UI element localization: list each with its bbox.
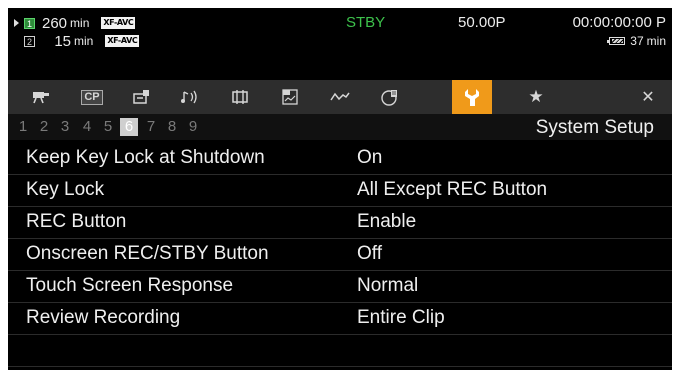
assistance-functions-icon [330, 92, 350, 101]
setting-label: Touch Screen Response [26, 275, 234, 296]
setting-label: Keep Key Lock at Shutdown [26, 147, 265, 168]
slot2-status: 2 15 min XF-AVC [14, 32, 140, 50]
battery-icon [607, 37, 626, 45]
camera-menu-screen: 1 260 min XF-AVC 2 15 min XF-AVC STBY 50… [8, 8, 672, 370]
tab-assistance-functions[interactable] [320, 80, 360, 114]
setting-value: Entire Clip [357, 307, 445, 328]
battery-remaining: 37 [630, 34, 644, 48]
battery-unit: min [646, 34, 666, 48]
menu-tab-bar: CP ★ ✕ [8, 80, 672, 114]
battery-status: 37 min [607, 34, 666, 48]
tab-lcd-setup[interactable] [270, 80, 310, 114]
tab-custom-picture[interactable]: CP [72, 80, 112, 114]
tab-recording-setup[interactable] [122, 80, 162, 114]
page-number-6[interactable]: 6 [120, 118, 138, 136]
close-icon: ✕ [641, 89, 655, 106]
tab-system-setup[interactable] [452, 80, 492, 114]
menu-row-key-lock[interactable]: Key Lock All Except REC Button [8, 175, 672, 207]
status-bar: 1 260 min XF-AVC 2 15 min XF-AVC STBY 50… [8, 8, 672, 80]
tab-camera-setup[interactable] [22, 80, 62, 114]
card-slot1-icon: 1 [24, 17, 35, 29]
page-indicator-bar: 1 2 3 4 5 6 7 8 9 System Setup [8, 114, 672, 140]
tab-audio-setup[interactable] [170, 80, 210, 114]
custom-picture-icon: CP [81, 89, 103, 105]
slot2-format-badge: XF-AVC [105, 35, 140, 47]
menu-row-review-recording[interactable]: Review Recording Entire Clip [8, 303, 672, 335]
lcd-setup-icon [282, 89, 298, 105]
tab-network-settings[interactable] [370, 80, 410, 114]
slot2-remaining: 15 [54, 32, 71, 50]
menu-row-keep-key-lock[interactable]: Keep Key Lock at Shutdown On [8, 143, 672, 175]
slot1-status: 1 260 min XF-AVC [14, 14, 136, 32]
video-setup-icon [232, 90, 248, 104]
frame-rate: 50.00P [458, 14, 506, 31]
page-number-7[interactable]: 7 [142, 118, 160, 136]
section-title: System Setup [535, 117, 654, 138]
page-number-5[interactable]: 5 [99, 118, 117, 136]
page-number-9[interactable]: 9 [184, 118, 202, 136]
timecode: 00:00:00:00 P [572, 14, 666, 31]
menu-row-touch-response[interactable]: Touch Screen Response Normal [8, 271, 672, 303]
active-slot-indicator-icon [14, 19, 19, 27]
setting-value: Enable [357, 211, 417, 232]
close-menu-button[interactable]: ✕ [628, 80, 668, 114]
setting-value: All Except REC Button [357, 179, 548, 200]
setting-label: Key Lock [26, 179, 105, 200]
slot1-format-badge: XF-AVC [101, 17, 136, 29]
setting-value: Off [357, 243, 382, 264]
star-icon: ★ [528, 87, 544, 106]
page-number-4[interactable]: 4 [78, 118, 96, 136]
tab-video-setup[interactable] [220, 80, 260, 114]
page-number-1[interactable]: 1 [14, 118, 32, 136]
page-number-3[interactable]: 3 [56, 118, 74, 136]
setting-label: REC Button [26, 211, 127, 232]
audio-setup-icon [181, 90, 197, 104]
slot1-remaining-unit: min [70, 16, 90, 30]
setting-value: On [357, 147, 383, 168]
slot2-remaining-unit: min [74, 34, 94, 48]
page-number-2[interactable]: 2 [35, 118, 53, 136]
system-setup-icon [465, 89, 479, 106]
menu-row-empty [8, 335, 672, 367]
slot1-remaining: 260 [42, 14, 68, 32]
setting-label: Onscreen REC/STBY Button [26, 243, 269, 264]
tab-my-menu[interactable]: ★ [516, 80, 556, 114]
camera-icon [33, 92, 49, 104]
network-settings-icon [381, 90, 397, 106]
record-mode-status: STBY [346, 14, 386, 31]
page-number-8[interactable]: 8 [163, 118, 181, 136]
menu-row-onscreen-rec-stby[interactable]: Onscreen REC/STBY Button Off [8, 239, 672, 271]
settings-list: Keep Key Lock at Shutdown On Key Lock Al… [8, 143, 672, 367]
recording-setup-icon [133, 90, 149, 104]
menu-row-rec-button[interactable]: REC Button Enable [8, 207, 672, 239]
setting-label: Review Recording [26, 307, 181, 328]
setting-value: Normal [357, 275, 419, 296]
card-slot2-icon: 2 [24, 35, 35, 47]
